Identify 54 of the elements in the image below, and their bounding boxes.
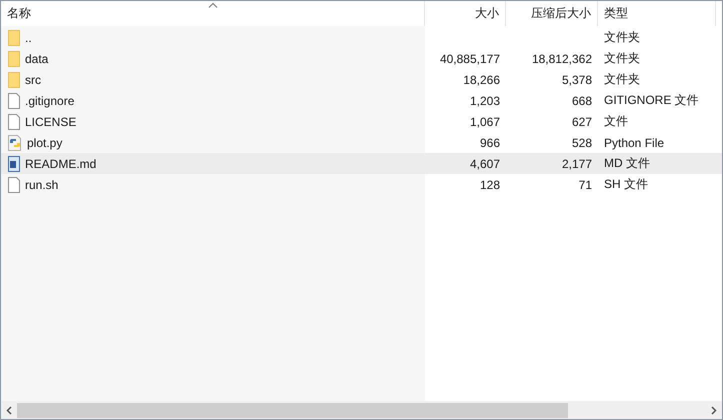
document-icon	[8, 156, 20, 172]
file-type: GITIGNORE 文件	[604, 92, 699, 109]
file-size: 1,067	[470, 114, 500, 128]
file-size: 18,266	[463, 72, 500, 86]
file-type: 文件夹	[604, 50, 640, 67]
file-row[interactable]: .gitignore 1,203 668 GITIGNORE 文件	[1, 90, 722, 111]
file-name: ..	[25, 30, 32, 44]
file-row[interactable]: README.md 4,607 2,177 MD 文件	[1, 153, 722, 174]
file-icon	[8, 114, 20, 130]
compressed-size: 528	[572, 136, 592, 150]
column-header[interactable]: 大小	[425, 1, 506, 26]
python-file-icon	[8, 134, 22, 150]
file-type: 文件夹	[604, 29, 640, 46]
file-icon	[8, 92, 20, 108]
file-type: Python File	[604, 136, 664, 150]
file-type: 文件夹	[604, 71, 640, 88]
file-size: 1,203	[470, 94, 500, 108]
compressed-size: 627	[572, 114, 592, 128]
scroll-right-icon[interactable]	[711, 406, 717, 415]
column-header[interactable]: 类型	[598, 1, 716, 26]
file-name: data	[25, 52, 48, 66]
column-header[interactable]: 压缩后大小	[506, 1, 598, 26]
compressed-size: 2,177	[562, 156, 592, 170]
file-size: 40,885,177	[440, 52, 500, 66]
file-size: 4,607	[470, 156, 500, 170]
file-name: src	[25, 72, 41, 86]
file-row[interactable]: LICENSE 1,067 627 文件	[1, 111, 722, 132]
file-row[interactable]: plot.py 966 528 Python File	[1, 132, 722, 153]
folder-icon	[8, 30, 20, 46]
compressed-size: 5,378	[562, 72, 592, 86]
compressed-size: 71	[578, 178, 592, 192]
file-row[interactable]: run.sh 128 71 SH 文件	[1, 174, 722, 195]
file-name: run.sh	[25, 178, 58, 192]
file-name: plot.py	[27, 136, 62, 150]
compressed-size: 18,812,362	[532, 52, 592, 66]
file-type: SH 文件	[604, 176, 648, 193]
file-row[interactable]: .. 文件夹	[1, 27, 722, 48]
file-icon	[8, 176, 20, 192]
file-name: .gitignore	[25, 94, 74, 108]
file-type: 文件	[604, 113, 628, 130]
file-size: 966	[480, 136, 500, 150]
file-row[interactable]: data 40,885,177 18,812,362 文件夹	[1, 48, 722, 69]
file-type: MD 文件	[604, 155, 650, 172]
folder-icon	[8, 72, 20, 88]
file-name: LICENSE	[25, 114, 76, 128]
compressed-size: 668	[572, 94, 592, 108]
sort-ascending-icon	[208, 2, 218, 8]
scroll-left-icon[interactable]	[6, 406, 12, 415]
horizontal-scrollbar[interactable]	[1, 401, 722, 419]
scrollbar-thumb[interactable]	[17, 403, 568, 418]
file-size: 128	[480, 178, 500, 192]
file-row[interactable]: src 18,266 5,378 文件夹	[1, 69, 722, 90]
folder-icon	[8, 50, 20, 66]
file-name: README.md	[25, 156, 96, 170]
